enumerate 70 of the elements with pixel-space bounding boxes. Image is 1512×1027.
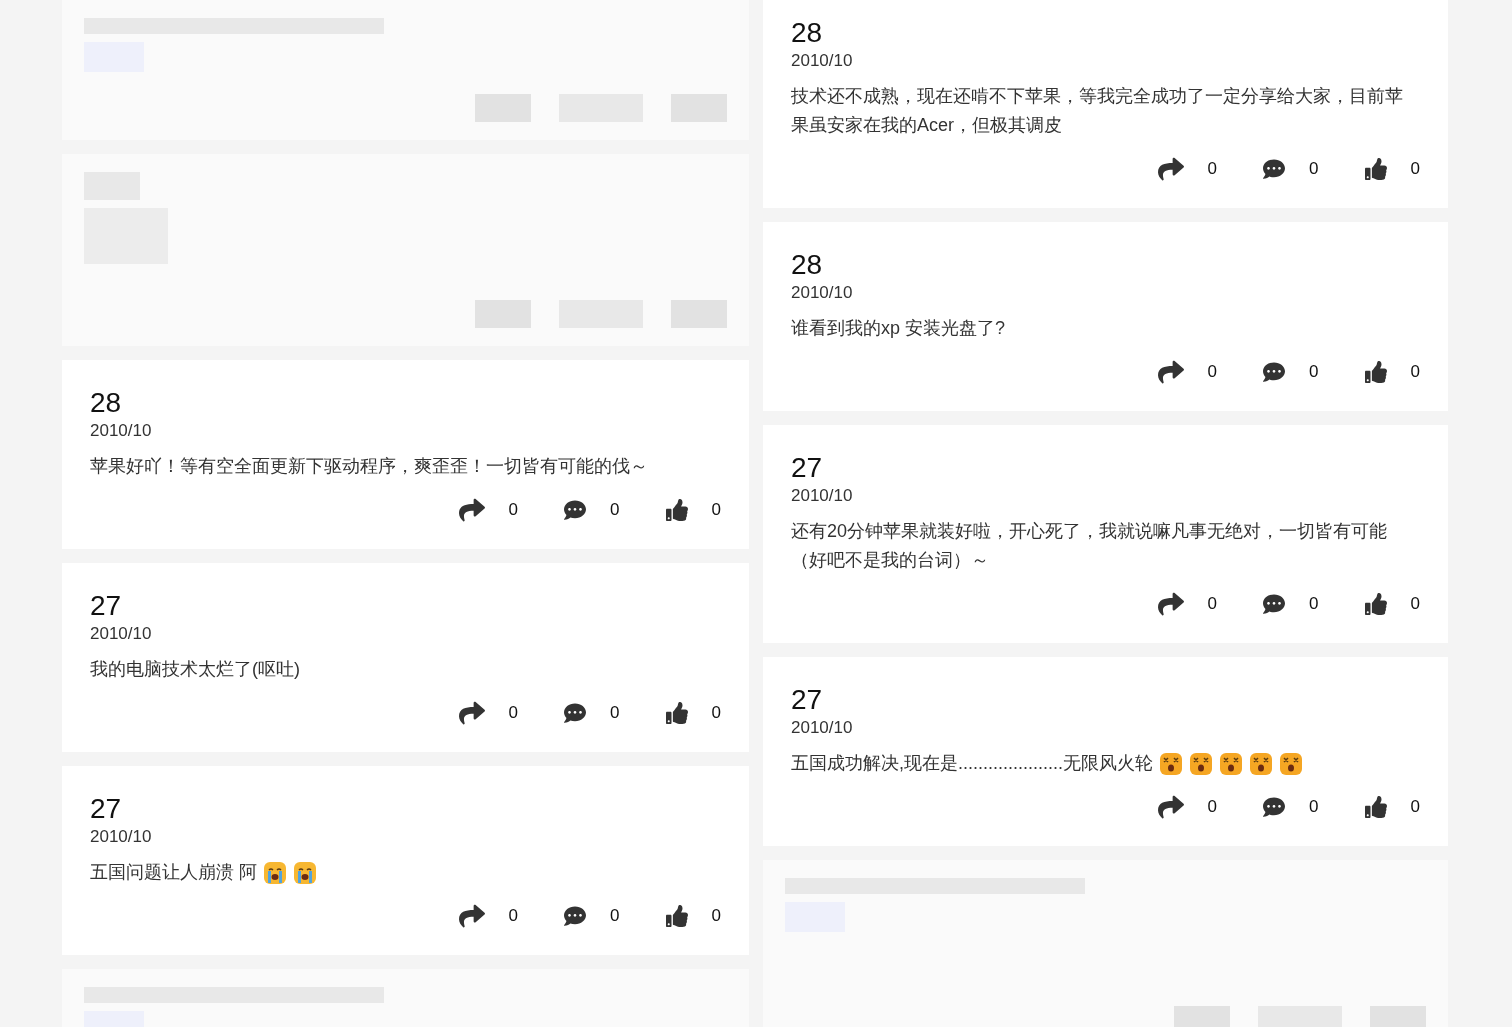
post-date: 2010/10 (90, 826, 153, 848)
comment-icon[interactable] (564, 702, 587, 724)
share-icon[interactable] (458, 497, 485, 523)
comment-count: 0 (610, 906, 620, 926)
post-text: 谁看到我的xp 安装光盘了? (791, 317, 1006, 340)
post-day: 27 (791, 685, 1420, 715)
like-icon[interactable] (665, 702, 688, 724)
comment-icon[interactable] (1263, 361, 1286, 383)
share-count: 0 (1207, 797, 1218, 817)
crying-emoji-icon (293, 860, 317, 885)
like-count: 0 (711, 703, 721, 723)
dizzy-emoji-icon (1279, 751, 1304, 776)
like-count: 0 (1410, 362, 1420, 382)
post-date: 2010/10 (791, 50, 854, 72)
share-count: 0 (508, 703, 519, 723)
post-text: 五国问题让人崩溃 阿 (90, 861, 257, 884)
comment-icon[interactable] (1263, 158, 1286, 180)
dizzy-emoji-icon (1189, 751, 1214, 776)
dizzy-emoji-icon (1219, 751, 1244, 776)
post-day: 28 (90, 388, 721, 418)
share-count: 0 (1207, 159, 1218, 179)
comment-count: 0 (1309, 594, 1319, 614)
like-icon[interactable] (1364, 796, 1387, 818)
dizzy-emoji-icon (1249, 751, 1274, 776)
post-day: 27 (90, 794, 721, 824)
comment-icon[interactable] (564, 905, 587, 927)
post-text: 技术还不成熟，现在还啃不下苹果，等我完全成功了一定分享给大家，目前苹果虽安家在我的Acer，但极其调皮 (791, 85, 1404, 137)
post-date: 2010/10 (791, 282, 854, 304)
share-count: 0 (1207, 362, 1218, 382)
share-icon[interactable] (458, 903, 485, 929)
like-count: 0 (1410, 594, 1420, 614)
post-text: 我的电脑技术太烂了(呕吐) (90, 658, 300, 681)
like-icon[interactable] (665, 499, 688, 521)
post-date: 2010/10 (791, 717, 854, 739)
post-date: 2010/10 (90, 623, 153, 645)
post-day: 27 (791, 453, 1420, 483)
share-count: 0 (1207, 594, 1218, 614)
like-icon[interactable] (1364, 593, 1387, 615)
post-day: 28 (791, 250, 1420, 280)
comment-count: 0 (610, 703, 620, 723)
like-count: 0 (711, 906, 721, 926)
post-text: 还有20分钟苹果就装好啦，开心死了，我就说嘛凡事无绝对，一切皆有可能（好吧不是我的台词）～ (791, 520, 1389, 572)
like-icon[interactable] (1364, 361, 1387, 383)
share-count: 0 (508, 500, 519, 520)
share-icon[interactable] (1157, 359, 1184, 385)
share-icon[interactable] (1157, 591, 1184, 617)
comment-count: 0 (610, 500, 620, 520)
share-icon[interactable] (458, 700, 485, 726)
share-count: 0 (508, 906, 519, 926)
crying-emoji-icon (263, 860, 287, 885)
post-text: 五国成功解决,现在是.....................无限风火轮 (791, 752, 1154, 775)
share-icon[interactable] (1157, 156, 1184, 182)
post-text: 苹果好吖！等有空全面更新下驱动程序，爽歪歪！一切皆有可能的伐～ (90, 455, 648, 478)
like-icon[interactable] (1364, 158, 1387, 180)
comment-icon[interactable] (1263, 796, 1286, 818)
like-icon[interactable] (665, 905, 688, 927)
comment-count: 0 (1309, 159, 1319, 179)
post-date: 2010/10 (90, 420, 153, 442)
comment-icon[interactable] (564, 499, 587, 521)
post-date: 2010/10 (791, 485, 854, 507)
comment-count: 0 (1309, 362, 1319, 382)
dizzy-emoji-icon (1159, 751, 1184, 776)
like-count: 0 (1410, 159, 1420, 179)
like-count: 0 (1410, 797, 1420, 817)
share-icon[interactable] (1157, 794, 1184, 820)
post-day: 27 (90, 591, 721, 621)
comment-icon[interactable] (1263, 593, 1286, 615)
post-day: 28 (791, 18, 1420, 48)
like-count: 0 (711, 500, 721, 520)
comment-count: 0 (1309, 797, 1319, 817)
